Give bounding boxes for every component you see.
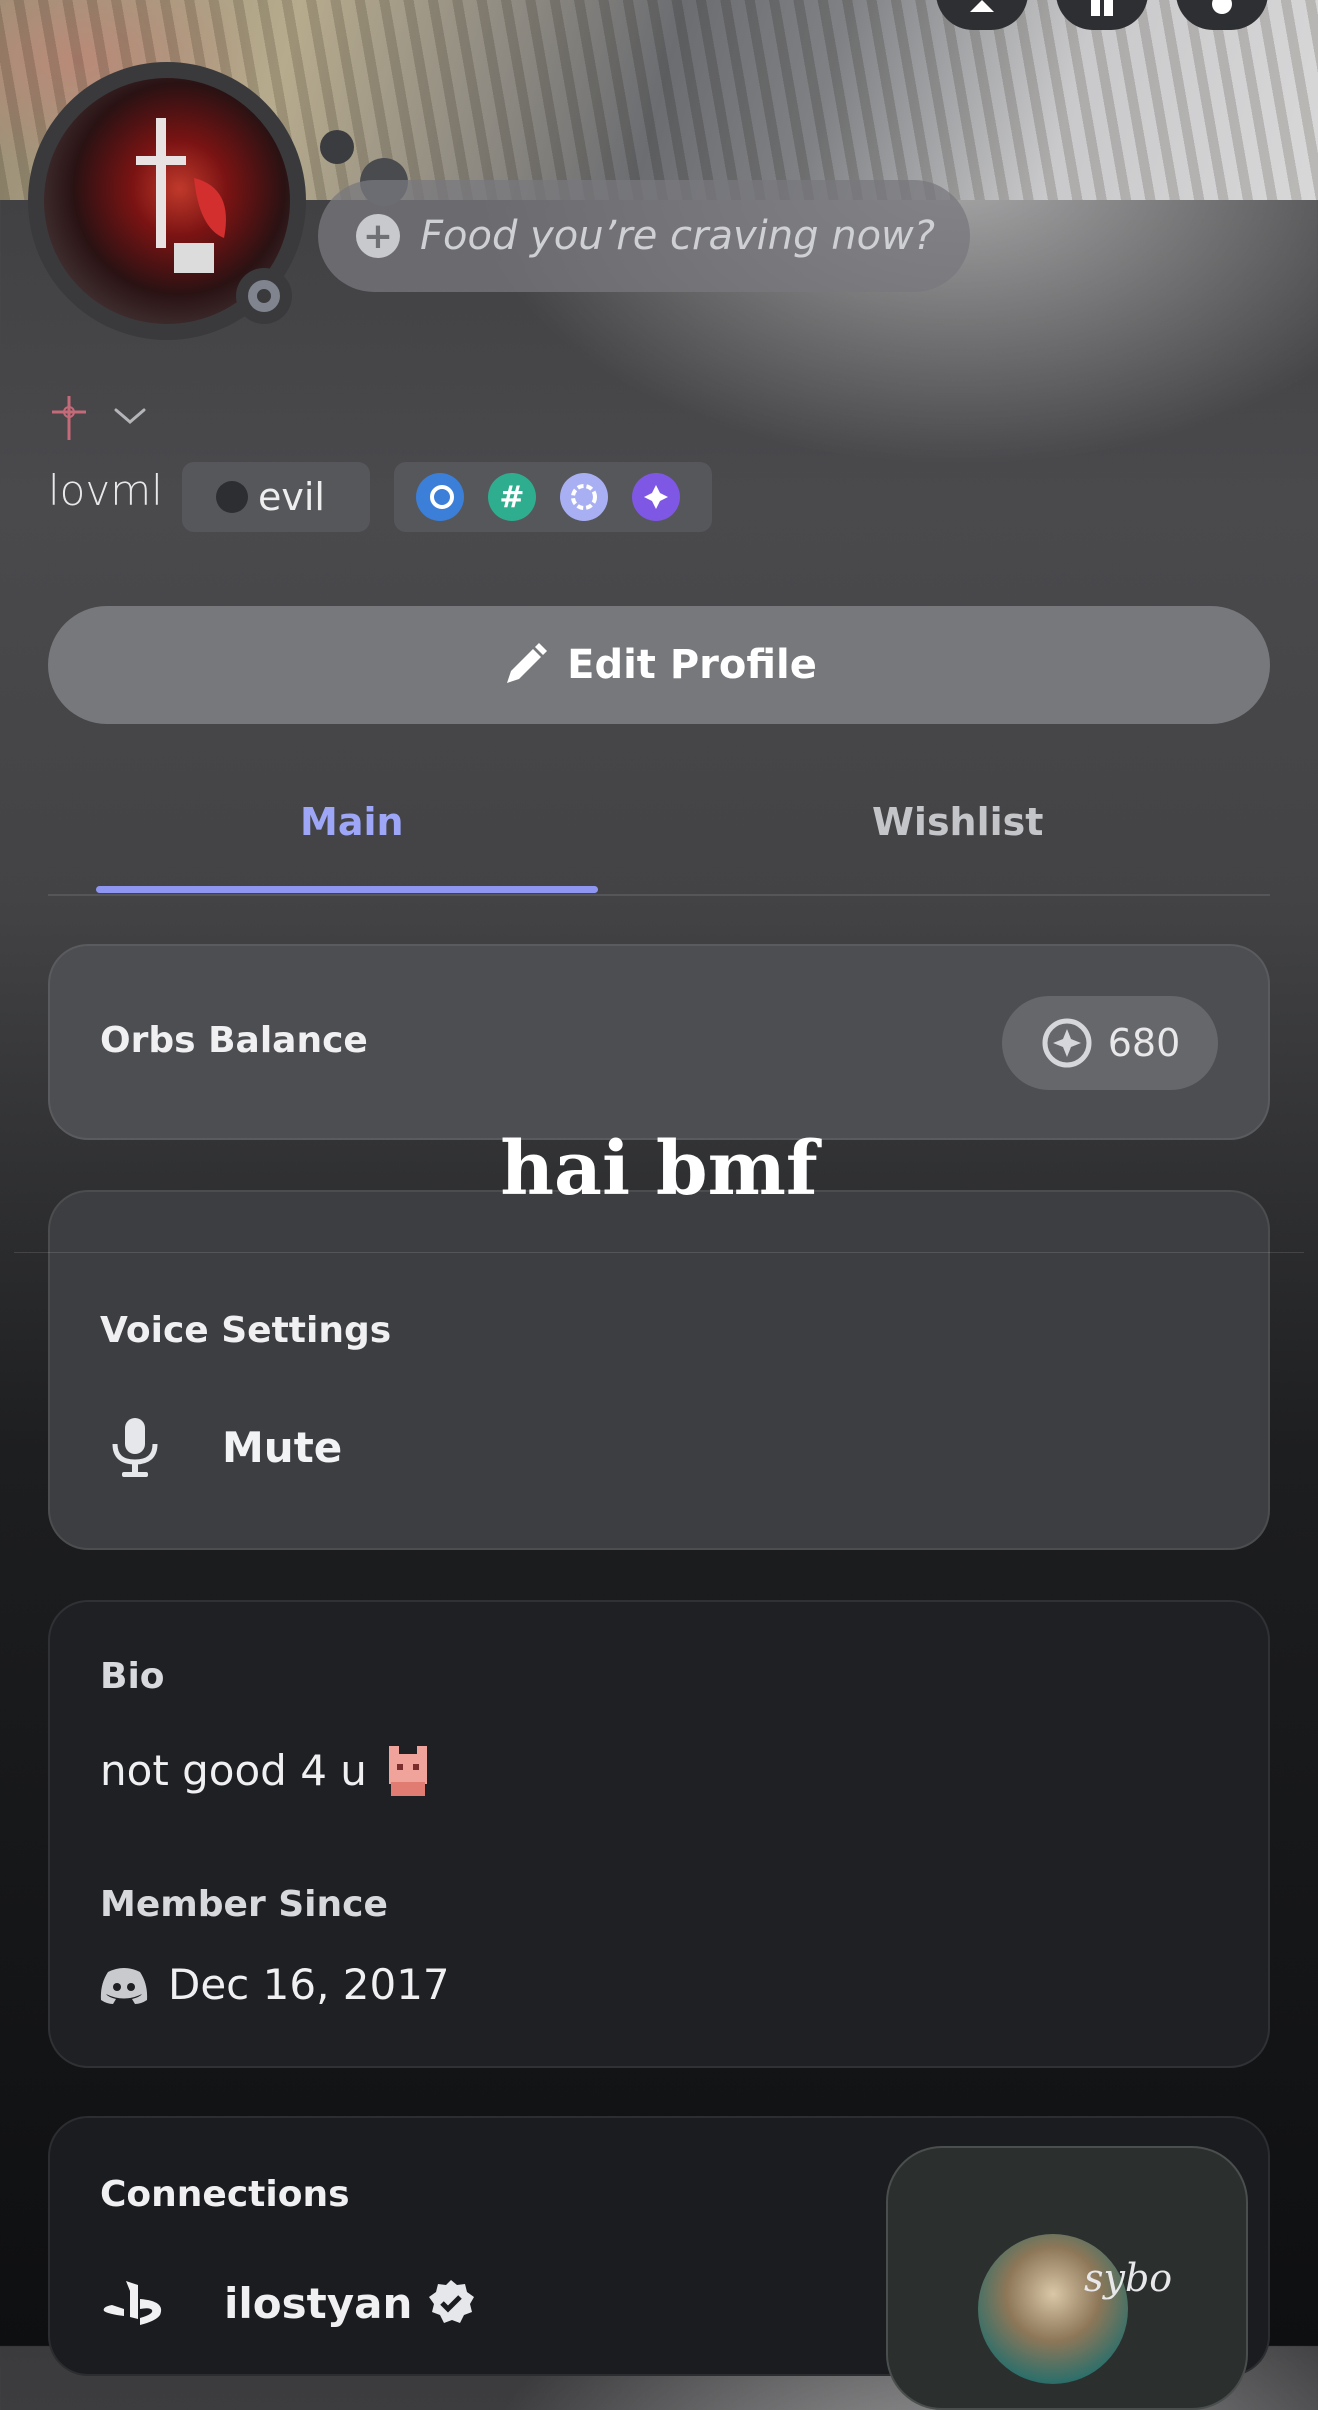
hashtag-badge-icon[interactable]: #	[488, 473, 536, 521]
orbs-balance-pill[interactable]: 680	[1002, 996, 1218, 1090]
connection-account-name: ilostyan	[224, 2278, 413, 2328]
active-tab-indicator	[96, 886, 598, 893]
orb-badge-icon[interactable]	[632, 473, 680, 521]
orbs-value: 680	[1107, 1021, 1181, 1065]
orbs-title: Orbs Balance	[100, 1020, 368, 1061]
activity-card[interactable]: sybo	[886, 2146, 1248, 2410]
microphone-icon	[112, 1418, 158, 1477]
cross-icon	[52, 396, 86, 440]
thought-dot	[320, 130, 354, 164]
discord-logo-icon	[100, 1967, 148, 2004]
mute-toggle[interactable]: Mute	[108, 1416, 342, 1478]
custom-status-input[interactable]: + Food you’re craving now?	[318, 180, 970, 292]
mute-label: Mute	[222, 1422, 343, 1472]
voice-settings-title: Voice Settings	[100, 1310, 392, 1351]
orbs-balance-card[interactable]: Orbs Balance 680	[48, 944, 1270, 1140]
member-since-title: Member Since	[100, 1884, 388, 1925]
profile-tabs: Main Wishlist	[48, 780, 1270, 896]
wreath-badge-icon[interactable]	[560, 473, 608, 521]
status-placeholder: Food you’re craving now?	[420, 213, 935, 259]
orb-icon	[1042, 1018, 1092, 1068]
gift-icon	[1091, 0, 1113, 16]
tag-icon	[216, 481, 248, 513]
badges-list[interactable]: #	[394, 462, 712, 532]
tab-main[interactable]: Main	[300, 800, 404, 844]
divider	[14, 1252, 1304, 1253]
bio-card: Bio not good 4 u Member Since Dec 16, 20…	[48, 1600, 1270, 2068]
edit-profile-label: Edit Profile	[567, 642, 817, 688]
playstation-icon	[103, 2281, 162, 2325]
nitro-icon	[970, 0, 994, 12]
chevron-down-icon[interactable]	[112, 404, 148, 428]
pencil-icon	[507, 643, 548, 683]
verified-check-icon	[429, 2280, 475, 2323]
tag-label: evil	[258, 475, 325, 519]
server-tag[interactable]: evil	[182, 462, 370, 532]
gear-icon	[1212, 0, 1232, 14]
connections-title: Connections	[100, 2174, 350, 2215]
member-since-date: Dec 16, 2017	[168, 1960, 450, 2009]
status-indicator	[236, 268, 292, 324]
pixel-cat-emoji-icon	[388, 1746, 427, 1796]
edit-profile-button[interactable]: Edit Profile	[48, 606, 1270, 724]
voice-settings-card: Voice Settings Mute	[48, 1190, 1270, 1550]
activity-text: sybo	[1084, 2256, 1173, 2300]
overlay-caption: hai bmf	[500, 1126, 818, 1212]
add-status-icon: +	[356, 214, 400, 258]
speed-badge-icon[interactable]	[416, 473, 464, 521]
bio-title: Bio	[100, 1656, 165, 1697]
username: lovml	[48, 466, 163, 515]
tab-wishlist[interactable]: Wishlist	[872, 800, 1043, 844]
bio-text: not good 4 u	[100, 1745, 367, 1795]
connection-playstation[interactable]: ilostyan	[100, 2278, 476, 2328]
